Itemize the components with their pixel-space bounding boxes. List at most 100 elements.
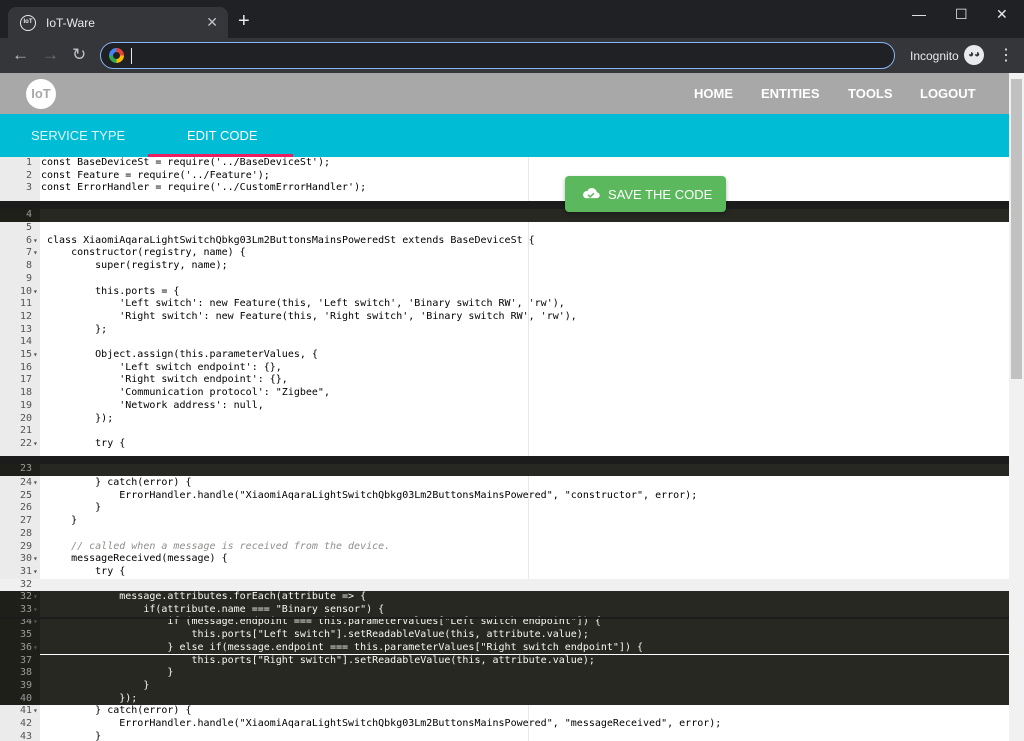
- back-icon[interactable]: ←: [12, 45, 29, 65]
- tab-edit-code[interactable]: EDIT CODE: [187, 128, 258, 143]
- code-line[interactable]: 5: [0, 222, 1009, 235]
- line-number: 12: [19, 310, 32, 322]
- code-line[interactable]: 7 ▾ constructor(registry, name) {: [0, 247, 1009, 260]
- code-line[interactable]: 20 });: [0, 413, 1009, 426]
- code-line[interactable]: 12 'Right switch': new Feature(this, 'Ri…: [0, 311, 1009, 324]
- browser-tab[interactable]: IoT IoT-Ware ✕: [8, 7, 228, 38]
- code-line[interactable]: 25 ErrorHandler.handle("XiaomiAqaraLight…: [0, 490, 1009, 503]
- code-line[interactable]: 2 const Feature = require('../Feature');: [0, 170, 1009, 183]
- code-line[interactable]: 15 ▾ Object.assign(this.parameterValues, …: [0, 349, 1009, 362]
- favicon-icon: IoT: [20, 15, 36, 31]
- code-line[interactable]: 29 // called when a message is received …: [0, 541, 1009, 554]
- code-text: super(registry, name);: [47, 260, 228, 272]
- fold-arrow-icon[interactable]: ▾: [33, 642, 38, 655]
- fold-arrow-icon[interactable]: ▾: [33, 349, 38, 362]
- close-window-icon[interactable]: ✕: [996, 6, 1008, 23]
- editor-separator: [0, 617, 1009, 619]
- code-line[interactable]: 27 }: [0, 515, 1009, 528]
- iot-logo[interactable]: IoT: [26, 79, 56, 109]
- line-number: 41: [19, 705, 32, 717]
- code-line[interactable]: 35 this.ports["Left switch"].setReadable…: [0, 629, 1009, 642]
- code-line[interactable]: 4: [0, 209, 1009, 222]
- line-number: 29: [19, 540, 32, 552]
- code-line[interactable]: 28: [0, 528, 1009, 541]
- line-number: 43: [19, 730, 32, 741]
- code-line[interactable]: 13 };: [0, 324, 1009, 337]
- code-line[interactable]: 40 });: [0, 692, 1009, 706]
- nav-home[interactable]: HOME: [694, 86, 733, 101]
- code-line[interactable]: 33 ▾ if(attribute.name === "Binary sensor…: [0, 603, 1009, 617]
- text-cursor: [131, 48, 132, 64]
- code-line[interactable]: 21: [0, 425, 1009, 438]
- minimize-icon[interactable]: —: [912, 6, 926, 22]
- code-line[interactable]: 3 const ErrorHandler = require('../Custom…: [0, 182, 1009, 195]
- nav-entities[interactable]: ENTITIES: [761, 86, 820, 101]
- reload-icon[interactable]: ↻: [72, 45, 86, 65]
- code-line[interactable]: 39 }: [0, 679, 1009, 693]
- code-line[interactable]: 43 }: [0, 731, 1009, 741]
- address-bar[interactable]: [100, 42, 895, 69]
- code-line[interactable]: 10 ▾ this.ports = {: [0, 286, 1009, 299]
- line-number: 20: [19, 412, 32, 424]
- nav-tools[interactable]: TOOLS: [848, 86, 893, 101]
- code-line[interactable]: 9: [0, 273, 1009, 286]
- new-tab-icon[interactable]: +: [238, 11, 250, 31]
- code-line[interactable]: 19 'Network address': null,: [0, 400, 1009, 413]
- code-text: });: [47, 692, 138, 704]
- tab-service-type[interactable]: SERVICE TYPE: [31, 128, 125, 143]
- line-number: 24: [19, 477, 32, 488]
- code-line[interactable]: 42 ErrorHandler.handle("XiaomiAqaraLight…: [0, 718, 1009, 731]
- scrollbar-thumb[interactable]: [1011, 79, 1022, 379]
- fold-arrow-icon[interactable]: ▾: [33, 235, 38, 248]
- fold-arrow-icon[interactable]: ▾: [33, 286, 38, 299]
- fold-arrow-icon[interactable]: ▾: [33, 553, 38, 566]
- incognito-icon[interactable]: ◕◕: [964, 45, 984, 65]
- fold-arrow-icon[interactable]: ▾: [33, 591, 38, 604]
- code-text: };: [47, 323, 108, 335]
- maximize-icon[interactable]: ☐: [955, 6, 968, 23]
- code-line[interactable]: 30 ▾ messageReceived(message) {: [0, 553, 1009, 566]
- code-line[interactable]: 18 'Communication protocol': "Zigbee",: [0, 387, 1009, 400]
- line-number: 35: [0, 629, 40, 642]
- code-line[interactable]: 36 ▾ } else if(message.endpoint === this.…: [0, 641, 1009, 655]
- code-line[interactable]: 1 const BaseDeviceSt = require('../BaseDe…: [0, 157, 1009, 170]
- fold-arrow-icon[interactable]: ▾: [33, 247, 38, 260]
- line-number: 31: [19, 565, 32, 577]
- code-line[interactable]: 38 }: [0, 667, 1009, 680]
- code-line[interactable]: 23: [0, 463, 1009, 476]
- code-line[interactable]: 32 ▾ message.attributes.forEach(attribute…: [0, 591, 1009, 604]
- code-line[interactable]: 17 'Right switch endpoint': {},: [0, 374, 1009, 387]
- code-line[interactable]: 6 ▾ class XiaomiAqaraLightSwitchQbkg03Lm2B…: [0, 235, 1009, 248]
- code-line[interactable]: 22 ▾ try {: [0, 438, 1009, 451]
- save-code-button[interactable]: SAVE THE CODE: [565, 176, 726, 212]
- line-number: 30: [19, 553, 32, 565]
- code-line[interactable]: 37 this.ports["Right switch"].setReadabl…: [0, 654, 1009, 668]
- code-line[interactable]: 32: [0, 578, 1009, 592]
- code-editor[interactable]: 1 const BaseDeviceSt = require('../BaseDe…: [0, 157, 1009, 741]
- browser-tab-strip: IoT IoT-Ware ✕ + — ☐ ✕: [0, 0, 1024, 38]
- fold-arrow-icon[interactable]: ▾: [33, 604, 38, 617]
- menu-dots-icon[interactable]: ⋮: [998, 45, 1014, 65]
- code-text: ErrorHandler.handle("XiaomiAqaraLightSwi…: [47, 489, 698, 501]
- code-line[interactable]: 41 ▾ } catch(error) {: [0, 705, 1009, 718]
- page-scrollbar[interactable]: [1009, 73, 1024, 741]
- fold-arrow-icon[interactable]: ▾: [33, 438, 38, 451]
- code-text: 'Left switch endpoint': {},: [47, 361, 282, 373]
- code-line[interactable]: 31 ▾ try {: [0, 566, 1009, 579]
- fold-arrow-icon[interactable]: ▾: [33, 477, 38, 490]
- fold-arrow-icon[interactable]: ▾: [33, 705, 38, 718]
- code-line[interactable]: 11 'Left switch': new Feature(this, 'Lef…: [0, 298, 1009, 311]
- close-tab-icon[interactable]: ✕: [206, 14, 218, 31]
- editor-separator: [0, 456, 1009, 464]
- code-line[interactable]: 24 ▾ } catch(error) {: [0, 477, 1009, 490]
- line-number: 7: [25, 247, 32, 259]
- nav-logout[interactable]: LOGOUT: [920, 86, 976, 101]
- code-line[interactable]: 8 super(registry, name);: [0, 260, 1009, 273]
- fold-arrow-icon[interactable]: ▾: [33, 566, 38, 579]
- code-line[interactable]: 26 }: [0, 502, 1009, 515]
- forward-icon[interactable]: →: [42, 45, 59, 65]
- code-line[interactable]: 16 'Left switch endpoint': {},: [0, 362, 1009, 375]
- line-number: 11: [19, 298, 32, 310]
- code-line[interactable]: 14: [0, 336, 1009, 349]
- code-text: } else if(message.endpoint === this.para…: [47, 641, 644, 653]
